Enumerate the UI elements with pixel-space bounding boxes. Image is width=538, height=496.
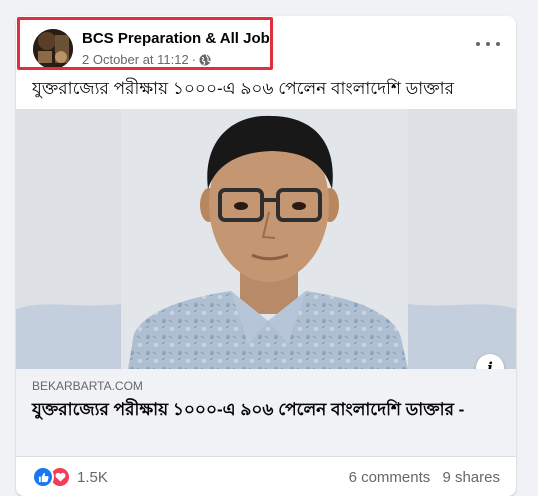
more-options-icon[interactable] bbox=[476, 36, 500, 52]
page-avatar[interactable] bbox=[33, 29, 73, 69]
globe-icon bbox=[199, 54, 211, 65]
link-preview[interactable]: BEKARBARTA.COM যুক্তরাজ্যের পরীক্ষায় ১০… bbox=[16, 369, 516, 457]
dot-1 bbox=[476, 42, 480, 46]
post-photo[interactable] bbox=[16, 109, 516, 369]
reactions-summary[interactable]: 1.5K bbox=[32, 466, 108, 488]
dot-2 bbox=[486, 42, 490, 46]
like-icon bbox=[32, 466, 54, 488]
post-text: যুক্তরাজ্যের পরীক্ষায় ১০০০-এ ৯০৬ পেলেন … bbox=[32, 79, 454, 98]
post-timestamp[interactable]: 2 October at 11:12 bbox=[82, 52, 189, 67]
post-meta: 2 October at 11:12 · bbox=[82, 52, 211, 67]
meta-separator: · bbox=[191, 52, 197, 67]
page-name-link[interactable]: BCS Preparation & All Job bbox=[82, 30, 270, 47]
post-footer: 1.5K 6 comments 9 shares bbox=[32, 457, 500, 496]
dot-3 bbox=[496, 42, 500, 46]
shares-count[interactable]: 9 shares bbox=[442, 469, 500, 486]
post-card: BCS Preparation & All Job 2 October at 1… bbox=[16, 16, 516, 496]
engagement-stats: 6 comments 9 shares bbox=[349, 469, 500, 486]
link-domain: BEKARBARTA.COM bbox=[32, 379, 143, 393]
link-title[interactable]: যুক্তরাজ্যের পরীক্ষায় ১০০০-এ ৯০৬ পেলেন … bbox=[32, 399, 500, 421]
reaction-count[interactable]: 1.5K bbox=[77, 469, 108, 486]
comments-count[interactable]: 6 comments bbox=[349, 469, 431, 486]
